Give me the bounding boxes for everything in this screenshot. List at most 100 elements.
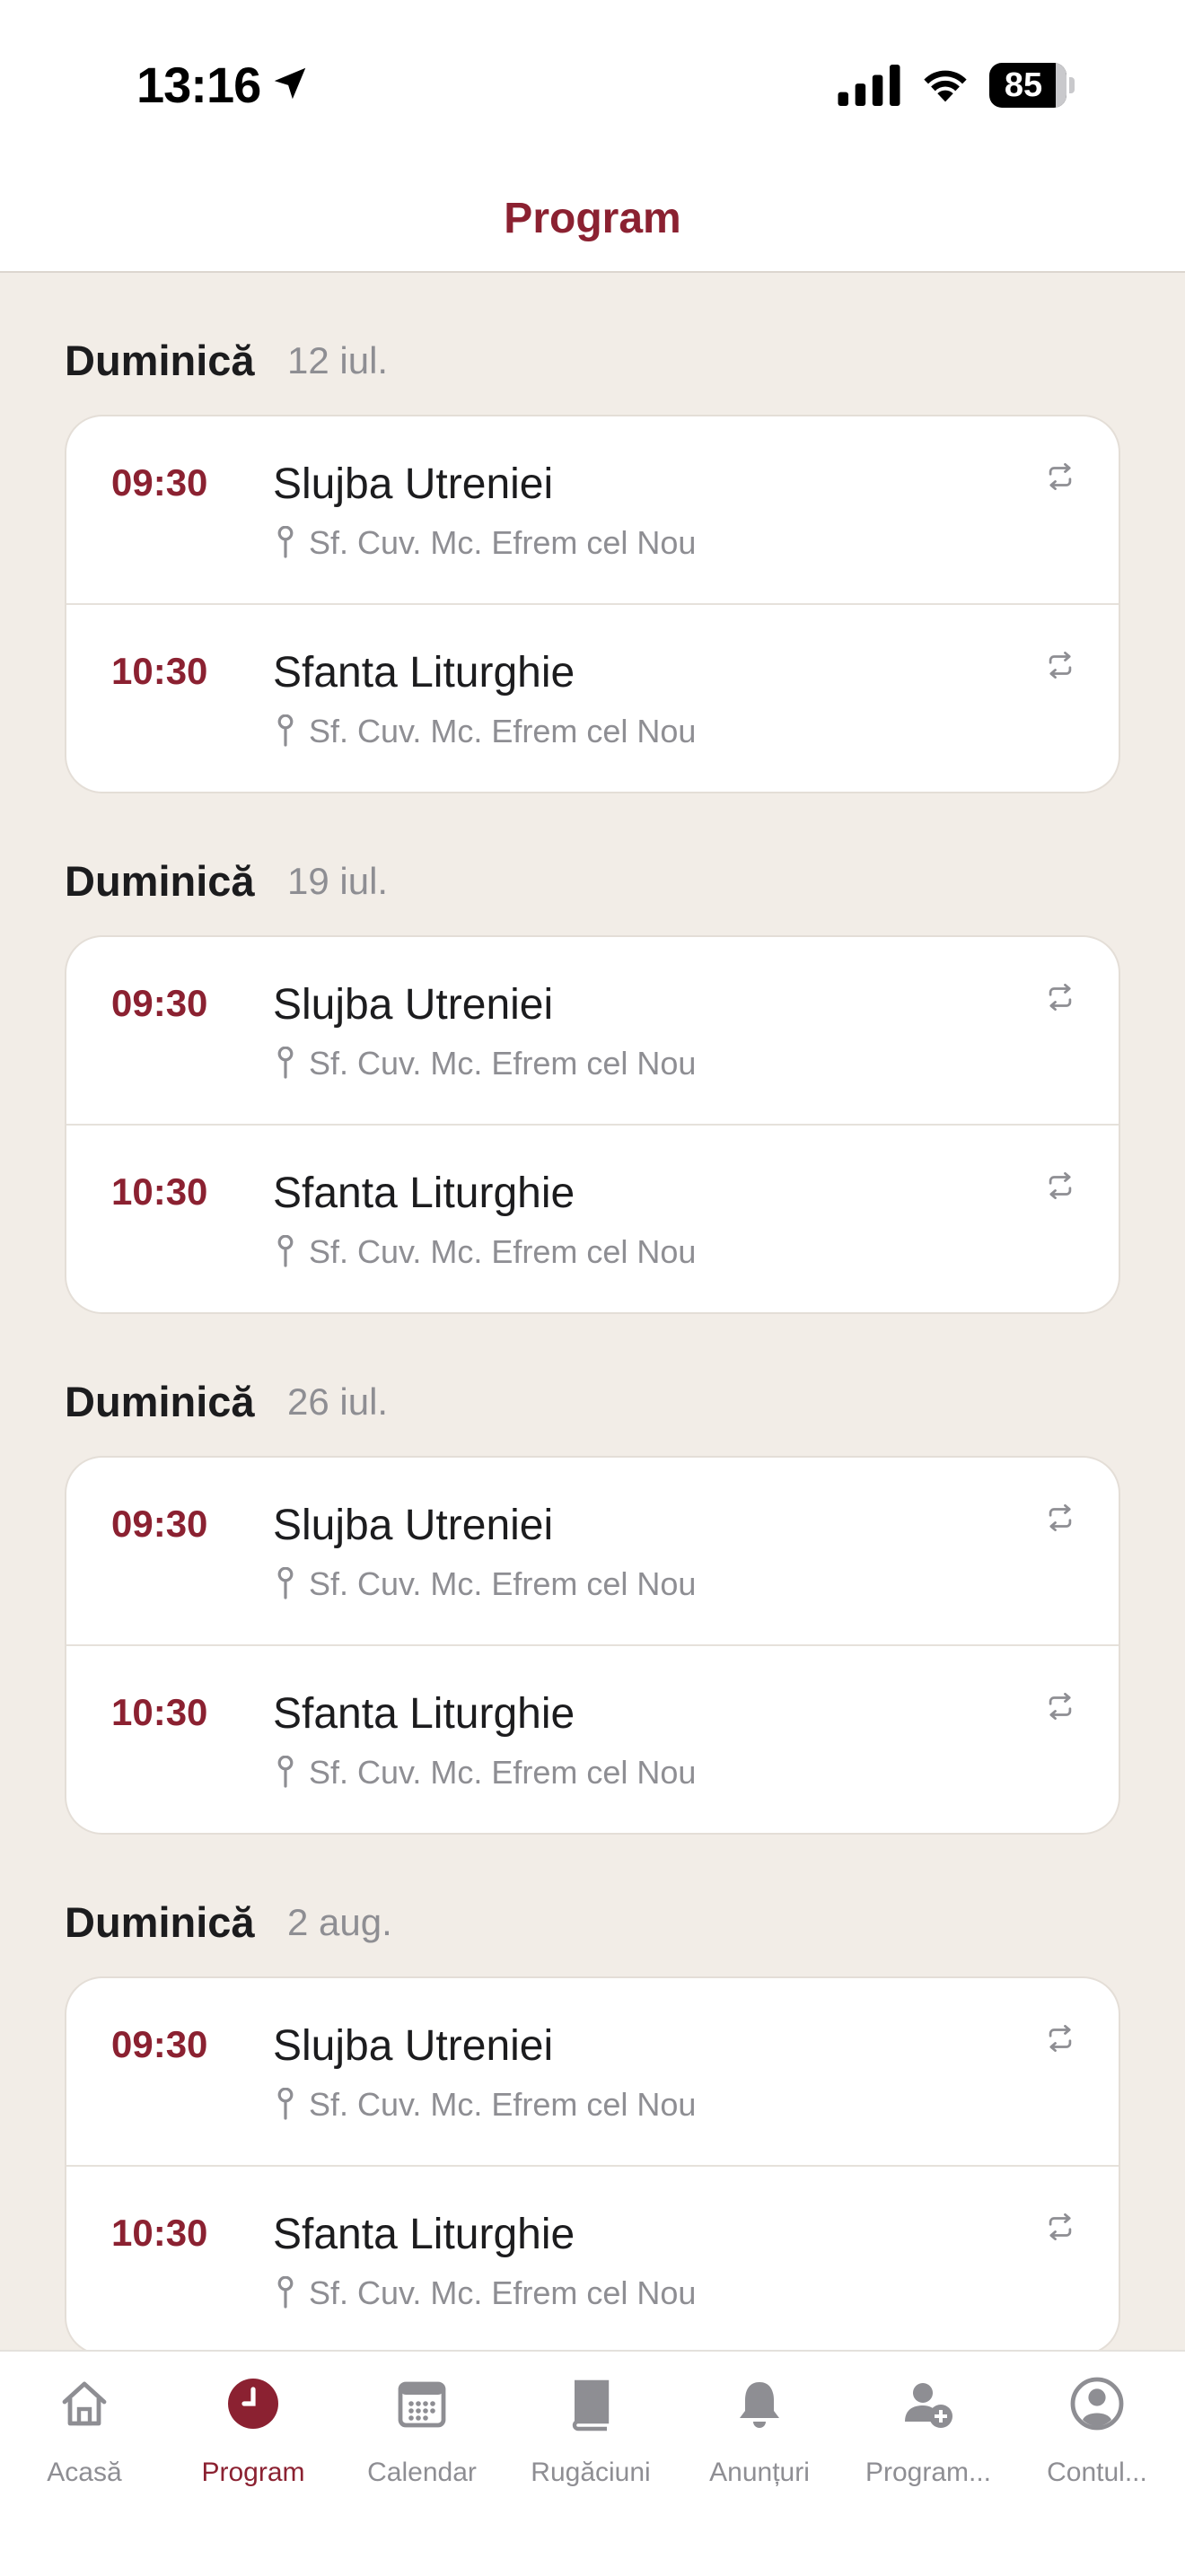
- add-person-icon: [905, 2383, 952, 2428]
- battery-level: 85: [1004, 66, 1043, 104]
- repeat-icon: [1049, 652, 1072, 679]
- repeat-icon: [1049, 2213, 1072, 2240]
- clock-icon: [228, 2379, 278, 2429]
- tab-calendar[interactable]: Calendar: [338, 2375, 506, 2501]
- event-time: 09:30: [111, 982, 208, 1024]
- status-bar: 13:16 85: [0, 0, 1185, 171]
- event-time: 09:30: [111, 2023, 208, 2065]
- pin-icon: [277, 1567, 294, 1599]
- section-day: Duminică: [65, 1378, 255, 1425]
- section-date: 26 iul.: [287, 1380, 389, 1423]
- day-section: Duminică 12 iul. 09:30 Slujba Utreniei Sf. C…: [65, 273, 1120, 793]
- event-row[interactable]: 09:30 Slujba Utreniei Sf. Cuv. Mc. Efrem c…: [66, 1978, 1119, 2167]
- event-row[interactable]: 09:30 Slujba Utreniei Sf. Cuv. Mc. Efrem c…: [66, 937, 1119, 1126]
- section-date: 19 iul.: [287, 860, 389, 902]
- event-location: Sf. Cuv. Mc. Efrem cel Nou: [309, 2086, 697, 2123]
- pin-icon: [277, 1235, 294, 1267]
- event-time: 10:30: [111, 2212, 208, 2254]
- pin-icon: [277, 2276, 294, 2309]
- tab-prayers[interactable]: Rugăciuni: [506, 2375, 675, 2501]
- pin-icon: [277, 1047, 294, 1079]
- section-header: Duminică 26 iul.: [65, 1314, 1120, 1425]
- tab-account[interactable]: Contul...: [1013, 2375, 1181, 2501]
- section-day: Duminică: [65, 337, 255, 384]
- tab-label: Calendar: [367, 2458, 477, 2487]
- event-time: 10:30: [111, 1170, 208, 1213]
- event-time: 09:30: [111, 1503, 208, 1545]
- tab-label: Rugăciuni: [531, 2458, 651, 2487]
- event-location: Sf. Cuv. Mc. Efrem cel Nou: [309, 1233, 697, 1270]
- tab-label: Program: [201, 2458, 305, 2487]
- event-row[interactable]: 10:30 Sfanta Liturghie Sf. Cuv. Mc. Efrem …: [66, 605, 1119, 792]
- section-day: Duminică: [65, 1898, 255, 1946]
- events-card: 09:30 Slujba Utreniei Sf. Cuv. Mc. Efrem c…: [65, 1456, 1120, 1835]
- repeat-icon: [1049, 1172, 1072, 1199]
- pin-icon: [277, 526, 294, 558]
- tab-bar: Acasă Program Calendar Rugăciuni Anunțur…: [0, 2350, 1185, 2576]
- page-title: Program: [504, 195, 681, 242]
- event-title: Sfanta Liturghie: [273, 649, 575, 697]
- event-title: Sfanta Liturghie: [273, 1170, 575, 1217]
- event-time: 10:30: [111, 1691, 208, 1733]
- event-row[interactable]: 10:30 Sfanta Liturghie Sf. Cuv. Mc. Efrem …: [66, 1646, 1119, 1833]
- wifi-icon: [924, 70, 967, 102]
- section-header: Duminică 19 iul.: [65, 793, 1120, 905]
- event-location: Sf. Cuv. Mc. Efrem cel Nou: [309, 1045, 697, 1082]
- event-location: Sf. Cuv. Mc. Efrem cel Nou: [309, 713, 697, 749]
- events-card: 09:30 Slujba Utreniei Sf. Cuv. Mc. Efrem c…: [65, 415, 1120, 793]
- section-header: Duminică 12 iul.: [65, 273, 1120, 384]
- repeat-icon: [1049, 984, 1072, 1011]
- section-date: 12 iul.: [287, 339, 389, 381]
- events-card: 09:30 Slujba Utreniei Sf. Cuv. Mc. Efrem c…: [65, 935, 1120, 1314]
- event-title: Slujba Utreniei: [273, 981, 554, 1029]
- pin-icon: [277, 2088, 294, 2120]
- event-title: Sfanta Liturghie: [273, 2211, 575, 2258]
- event-title: Slujba Utreniei: [273, 460, 554, 508]
- day-section: Duminică 26 iul. 09:30 Slujba Utreniei Sf. C…: [65, 1314, 1120, 1835]
- location-arrow-icon: [274, 67, 306, 100]
- event-title: Slujba Utreniei: [273, 2022, 554, 2070]
- navigation-header: Program: [0, 171, 1185, 273]
- tab-label: Program...: [865, 2458, 992, 2487]
- events-card: 09:30 Slujba Utreniei Sf. Cuv. Mc. Efrem c…: [65, 1976, 1120, 2350]
- event-title: Sfanta Liturghie: [273, 1690, 575, 1738]
- status-time: 13:16: [136, 57, 261, 113]
- tab-program-add[interactable]: Program...: [844, 2375, 1013, 2501]
- account-icon: [1070, 2377, 1124, 2431]
- tab-label: Acasă: [47, 2458, 122, 2487]
- repeat-icon: [1049, 463, 1072, 490]
- section-day: Duminică: [65, 857, 255, 905]
- event-location: Sf. Cuv. Mc. Efrem cel Nou: [309, 2274, 697, 2311]
- tab-label: Contul...: [1047, 2458, 1147, 2487]
- day-section: Duminică 2 aug. 09:30 Slujba Utreniei Sf. Cu…: [65, 1835, 1120, 2350]
- pin-icon: [277, 714, 294, 747]
- event-time: 10:30: [111, 650, 208, 692]
- event-location: Sf. Cuv. Mc. Efrem cel Nou: [309, 1565, 697, 1602]
- section-header: Duminică 2 aug.: [65, 1835, 1120, 1946]
- tab-program[interactable]: Program: [169, 2375, 338, 2501]
- book-icon: [572, 2379, 610, 2431]
- event-row[interactable]: 10:30 Sfanta Liturghie Sf. Cuv. Mc. Efrem …: [66, 1126, 1119, 1312]
- tab-label: Anunțuri: [709, 2458, 810, 2487]
- tab-home[interactable]: Acasă: [0, 2375, 169, 2501]
- event-row[interactable]: 09:30 Slujba Utreniei Sf. Cuv. Mc. Efrem c…: [66, 1458, 1119, 1646]
- repeat-icon: [1049, 2025, 1072, 2052]
- home-icon: [62, 2381, 107, 2426]
- calendar-icon: [398, 2381, 446, 2428]
- event-row[interactable]: 09:30 Slujba Utreniei Sf. Cuv. Mc. Efrem c…: [66, 416, 1119, 605]
- event-time: 09:30: [111, 461, 208, 504]
- event-title: Slujba Utreniei: [273, 1502, 554, 1549]
- schedule-list[interactable]: Duminică 12 iul. 09:30 Slujba Utreniei Sf. C…: [0, 273, 1185, 2350]
- bell-icon: [740, 2382, 779, 2428]
- pin-icon: [277, 1756, 294, 1788]
- tab-announcements[interactable]: Anunțuri: [675, 2375, 844, 2501]
- event-location: Sf. Cuv. Mc. Efrem cel Nou: [309, 1754, 697, 1791]
- cellular-signal-icon: [838, 65, 900, 106]
- repeat-icon: [1049, 1693, 1072, 1720]
- day-section: Duminică 19 iul. 09:30 Slujba Utreniei Sf. C…: [65, 793, 1120, 1314]
- event-location: Sf. Cuv. Mc. Efrem cel Nou: [309, 524, 697, 561]
- section-date: 2 aug.: [287, 1901, 392, 1943]
- repeat-icon: [1049, 1504, 1072, 1531]
- battery-indicator: 85: [989, 63, 1075, 108]
- event-row[interactable]: 10:30 Sfanta Liturghie Sf. Cuv. Mc. Efrem …: [66, 2167, 1119, 2350]
